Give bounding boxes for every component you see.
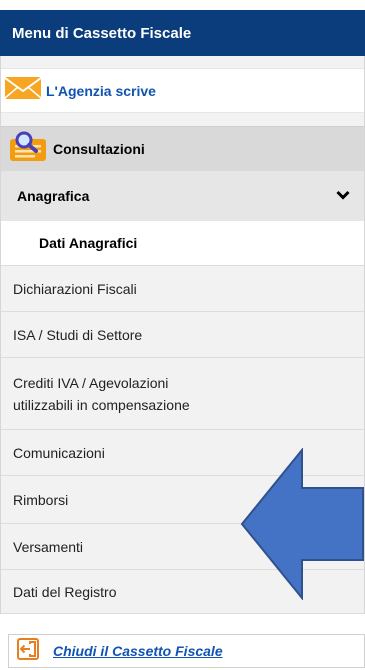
anagrafica-toggle[interactable]: Anagrafica [1, 171, 364, 221]
menu-item-label: Comunicazioni [13, 444, 105, 461]
exit-icon [17, 637, 39, 665]
menu-header: Menu di Cassetto Fiscale [0, 10, 365, 56]
dati-anagrafici-link[interactable]: Dati Anagrafici [1, 221, 364, 265]
menu-item-label: Dati del Registro [13, 583, 117, 600]
menu-item-label: Rimborsi [13, 491, 69, 508]
menu-item-crediti-iva[interactable]: Crediti IVA / Agevolazioni utilizzabili … [1, 357, 364, 429]
menu-title: Menu di Cassetto Fiscale [12, 24, 192, 42]
pointer-arrow [240, 448, 364, 600]
agenzia-scrive-label: L'Agenzia scrive [46, 82, 156, 99]
agenzia-scrive-link[interactable]: L'Agenzia scrive [1, 68, 364, 113]
mail-envelope-icon [4, 74, 42, 107]
menu-item-label: ISA / Studi di Settore [13, 326, 143, 343]
dati-anagrafici-label: Dati Anagrafici [39, 235, 138, 251]
menu-item-dichiarazioni-fiscali[interactable]: Dichiarazioni Fiscali [1, 265, 364, 311]
menu-item-label: Versamenti [13, 538, 84, 555]
consultazioni-section[interactable]: Consultazioni [1, 126, 364, 171]
menu-item-label: Dichiarazioni Fiscali [13, 280, 137, 297]
chiudi-cassetto-label: Chiudi il Cassetto Fiscale [53, 643, 223, 659]
anagrafica-label: Anagrafica [17, 188, 90, 204]
consultazioni-label: Consultazioni [53, 141, 145, 157]
menu-item-isa-studi-settore[interactable]: ISA / Studi di Settore [1, 311, 364, 357]
chevron-down-icon [336, 187, 350, 205]
menu-item-label-line2: utilizzabili in compensazione [13, 396, 190, 413]
chiudi-cassetto-link[interactable]: Chiudi il Cassetto Fiscale [8, 634, 365, 668]
menu-item-label-line1: Crediti IVA / Agevolazioni [13, 374, 169, 391]
menu-item-label: Crediti IVA / Agevolazioni utilizzabili … [13, 372, 190, 416]
search-document-icon [9, 131, 47, 168]
